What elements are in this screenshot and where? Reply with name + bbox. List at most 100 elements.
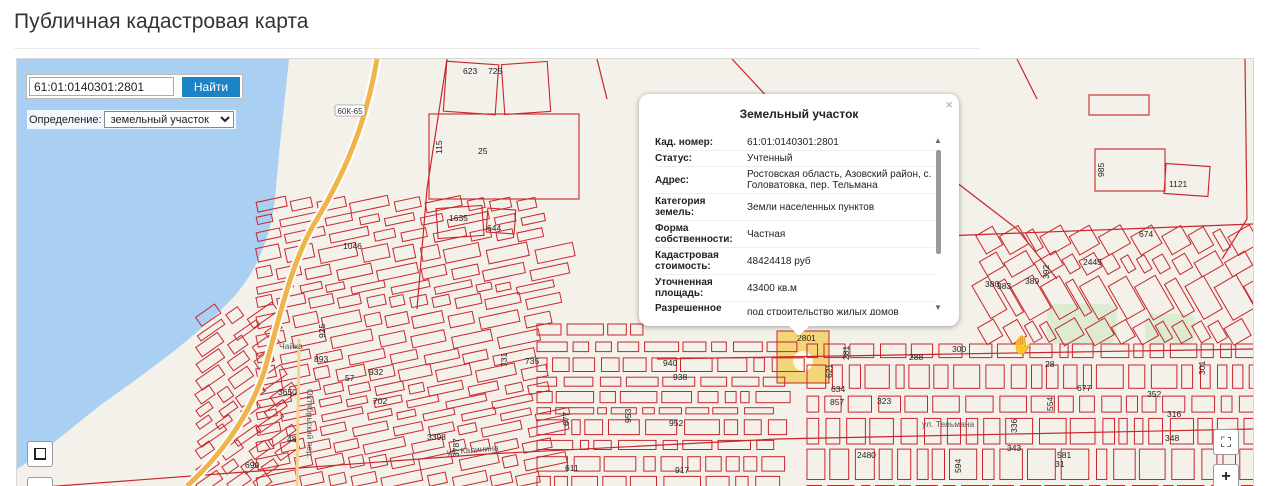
parcel-outline <box>446 394 487 409</box>
parcel-outline <box>448 311 474 328</box>
parcel-outline <box>688 457 701 471</box>
close-icon[interactable]: × <box>945 97 953 112</box>
parcel-outline <box>443 243 481 264</box>
parcel-outline <box>745 408 774 414</box>
parcel-outline <box>618 342 639 352</box>
parcel-outline <box>300 472 324 486</box>
parcel-outline <box>351 471 377 486</box>
parcel-outline <box>391 280 430 295</box>
attribute-value: 61:01:0140301:2801 <box>747 135 935 150</box>
popup-pointer <box>789 326 809 336</box>
parcel-number-label: 938 <box>673 372 687 382</box>
attribute-value: Земли населенных пунктов <box>747 200 935 215</box>
parcel-outline <box>490 472 513 486</box>
parcel-outline <box>768 420 786 435</box>
parcel-outline <box>481 420 522 437</box>
parcel-number-label: 857 <box>830 397 844 407</box>
parcel-outline <box>1249 365 1253 388</box>
parcel-outline <box>1182 365 1193 388</box>
attribute-value: под строительство жилых домов <box>747 302 935 315</box>
popup-scrollbar[interactable]: ▲ ▼ <box>934 136 942 312</box>
parcel-number-label: 1635 <box>449 213 468 223</box>
parcel-outline <box>1172 253 1193 274</box>
parcel-outline <box>644 457 655 471</box>
parcel-outline <box>421 264 447 279</box>
attribute-key: Уточненная площадь: <box>655 275 747 301</box>
parcel-outline <box>463 350 489 364</box>
parcel-number-label: 383 <box>997 281 1011 291</box>
parcel-number-label: 953 <box>623 409 633 423</box>
parcel-outline <box>909 365 929 388</box>
parcel-outline <box>1194 251 1223 277</box>
parcel-outline <box>847 418 866 444</box>
parcel-outline <box>319 396 342 407</box>
parcel-outline <box>521 213 545 225</box>
scroll-up-icon[interactable]: ▲ <box>934 136 942 145</box>
parcel-outline <box>865 365 889 388</box>
parcel-number-label: 554 <box>1045 397 1055 411</box>
parcel-outline <box>573 358 595 372</box>
parcel-outline <box>530 263 570 281</box>
parcel-outline <box>602 358 620 372</box>
fullscreen-button[interactable]: ⛶ <box>1213 429 1239 455</box>
parcel-number-label: 300 <box>952 344 966 354</box>
layers-button[interactable] <box>27 441 53 467</box>
search-box: Найти <box>26 74 243 99</box>
parcel-outline <box>217 386 234 402</box>
parcel-number-label: 893 <box>314 354 328 364</box>
parcel-outline <box>1062 254 1080 274</box>
scroll-down-icon[interactable]: ▼ <box>934 303 942 312</box>
parcel-outline <box>436 363 472 381</box>
cadastral-number-input[interactable] <box>29 77 174 96</box>
parcel-number-label: 594 <box>953 459 963 473</box>
parcel-outline <box>359 214 379 225</box>
parcel-number-label: 389 <box>1025 276 1039 286</box>
parcel-number-label: 634 <box>831 384 845 394</box>
boundary-line <box>917 224 1253 237</box>
parcel-outline <box>741 392 749 403</box>
parcel-outline <box>724 420 737 435</box>
parcel-outline <box>502 455 518 468</box>
definition-select[interactable]: земельный участок <box>104 111 234 128</box>
parcel-outline <box>1162 226 1191 255</box>
parcel-outline <box>195 385 215 404</box>
parcel-outline <box>479 310 520 330</box>
parcel-outline <box>1058 396 1073 412</box>
map-view[interactable]: 60К-65 Октябрьский пер.ул. Калининаул. Т… <box>16 58 1254 486</box>
parcel-outline <box>1225 251 1253 277</box>
parcel-number-label: 731 <box>499 353 509 367</box>
parcel-outline <box>744 457 757 471</box>
parcel-info-popup: Земельный участок × Кад. номер:61:01:014… <box>639 94 959 326</box>
parcel-outline <box>807 449 825 479</box>
parcel-outline <box>608 324 627 335</box>
parcel-outline <box>1201 344 1213 358</box>
parcel-outline <box>425 196 462 213</box>
parcel-number-label: 611 <box>565 463 579 473</box>
parcel-outline <box>681 358 713 372</box>
parcel-outline <box>524 452 567 471</box>
zoom-in-button[interactable]: + <box>1213 464 1239 486</box>
parcel-outline <box>954 365 980 388</box>
parcel-number-label: 288 <box>909 352 923 362</box>
parcel-number-label: 115 <box>434 140 444 154</box>
parcel-number-label: 677 <box>1077 383 1091 393</box>
parcel-number-label: 352 <box>1147 389 1161 399</box>
parcel-outline <box>979 252 1004 276</box>
attribute-value: Ростовская область, Азовский район, с. Г… <box>747 167 935 193</box>
parcel-outline <box>713 408 738 414</box>
parcel-outline <box>374 228 396 241</box>
parcel-outline <box>1233 365 1243 388</box>
attribute-row: Разрешенноепод строительство жилых домов <box>655 302 935 315</box>
parcel-outline <box>537 342 567 352</box>
parcel-outline <box>1070 418 1095 444</box>
parcel-outline <box>1221 396 1232 412</box>
parcel-number-label: 25 <box>478 146 488 156</box>
parcel-outline <box>393 422 423 436</box>
parcel-outline <box>1192 396 1215 412</box>
parcel-outline <box>1236 344 1253 358</box>
parcel-outline <box>1244 418 1253 444</box>
scroll-thumb[interactable] <box>936 150 941 254</box>
search-button[interactable]: Найти <box>182 77 240 97</box>
parcel-outline <box>394 197 421 212</box>
parcel-outline <box>631 324 643 335</box>
